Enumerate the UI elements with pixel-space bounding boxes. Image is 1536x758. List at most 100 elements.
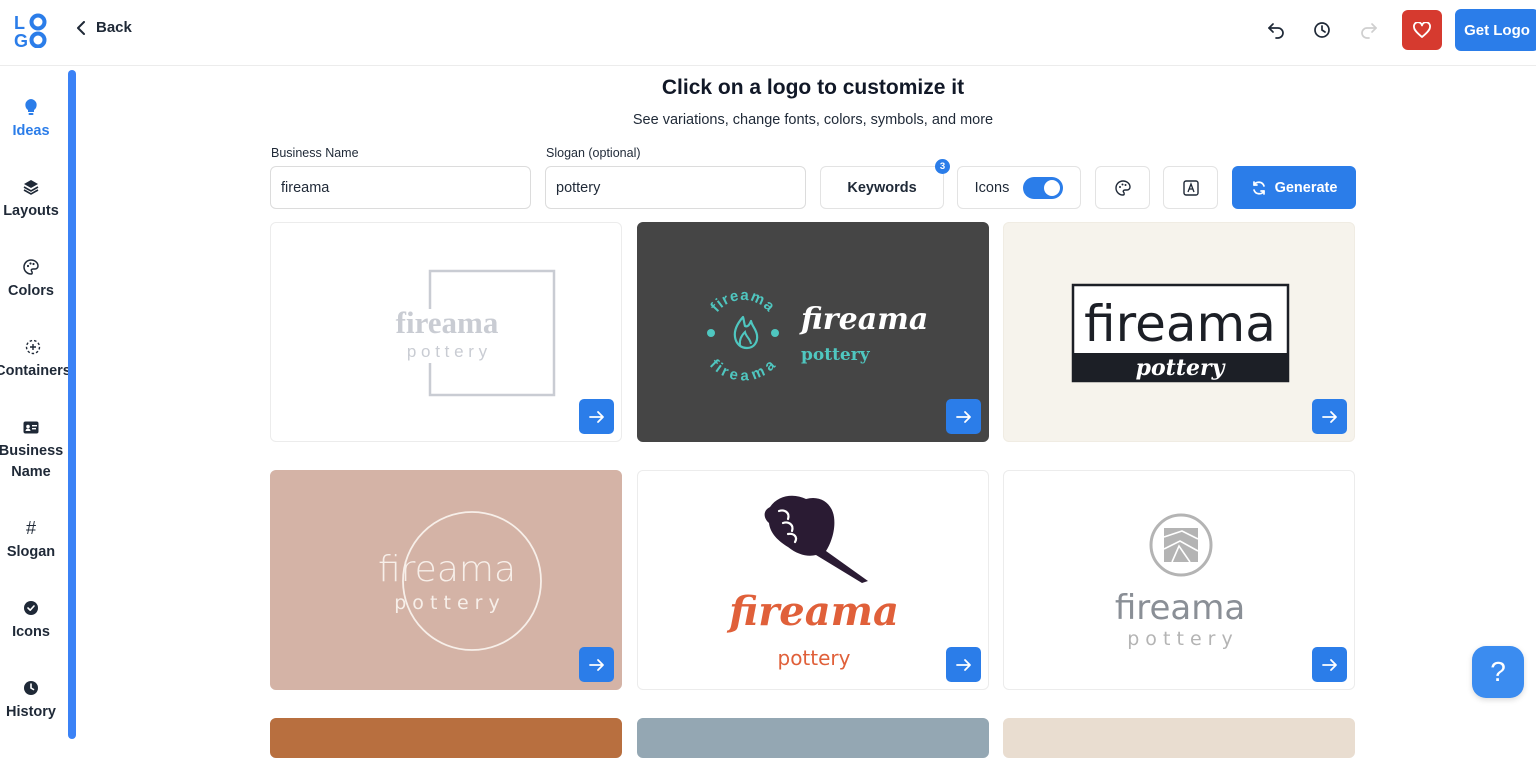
id-card-icon — [23, 416, 39, 438]
customize-arrow-button[interactable] — [579, 399, 614, 434]
app-logo-icon[interactable]: L G — [14, 12, 48, 48]
logo-name-text: fireama — [1115, 588, 1245, 628]
hash-icon: # — [25, 517, 36, 538]
customize-arrow-button[interactable] — [579, 647, 614, 682]
logo-card-8[interactable] — [637, 718, 989, 758]
slogan-label: Slogan (optional) — [546, 146, 641, 160]
generate-button[interactable]: Generate — [1232, 166, 1356, 209]
check-badge-icon — [23, 597, 39, 619]
sidebar-item-label: Colors — [8, 283, 54, 299]
redo-icon[interactable] — [1357, 18, 1381, 42]
logo-preview-3: fireama pottery — [1071, 283, 1290, 383]
fist-icon — [764, 495, 868, 583]
logo-name-text: fireama — [799, 302, 928, 337]
svg-text:fireama: fireama — [706, 356, 779, 385]
favorites-button[interactable] — [1402, 10, 1442, 50]
customize-arrow-button[interactable] — [946, 647, 981, 682]
lightbulb-icon — [24, 96, 38, 118]
page-subtitle: See variations, change fonts, colors, sy… — [632, 112, 994, 128]
cracked-square-icon — [1163, 528, 1199, 563]
logo-card-6[interactable]: fireama p o t t e r y — [1003, 470, 1355, 690]
sidebar-item-layouts[interactable]: Layouts — [0, 176, 62, 222]
sidebar-item-label: Slogan — [6, 544, 56, 560]
svg-text:fireama: fireama — [707, 287, 778, 316]
sidebar-item-label: Ideas — [12, 123, 50, 139]
logo-card-2[interactable]: fireama fireama fireama pottery — [637, 222, 989, 442]
top-bar: L G Back Get Logo — [0, 0, 1536, 66]
sidebar-item-icons[interactable]: Icons — [0, 597, 62, 643]
logo-slogan-text: pottery — [801, 345, 871, 365]
history-clock-icon[interactable] — [1310, 18, 1334, 42]
logo-slogan-text: pottery — [778, 646, 851, 670]
slogan-input[interactable] — [545, 166, 806, 209]
sidebar-item-label: Layouts — [3, 203, 59, 219]
logo-card-5[interactable]: fireama pottery — [637, 470, 989, 690]
sidebar-item-ideas[interactable]: Ideas — [0, 96, 62, 142]
sidebar-item-containers[interactable]: Containers — [0, 336, 71, 382]
logo-preview-6: fireama p o t t e r y — [1115, 513, 1245, 650]
generate-label: Generate — [1274, 179, 1338, 196]
sidebar-item-slogan[interactable]: # Slogan — [0, 517, 62, 563]
sidebar-item-label: Containers — [0, 363, 71, 379]
logo-preview-5: fireama pottery — [726, 495, 899, 670]
font-letter-icon — [1182, 179, 1199, 196]
arrow-right-icon — [955, 410, 971, 423]
icons-toggle-control[interactable]: Icons — [957, 166, 1081, 209]
logo-slogan-text: p o t t e r y — [1127, 628, 1233, 650]
ring-text-bottom: fireama — [706, 356, 778, 385]
font-button[interactable] — [1163, 166, 1218, 209]
color-palette-button[interactable] — [1095, 166, 1150, 209]
clock-icon — [23, 677, 39, 699]
customize-arrow-button[interactable] — [1312, 399, 1347, 434]
sidebar-item-history[interactable]: History — [0, 677, 62, 723]
logo-name-text: fireama — [1084, 295, 1276, 353]
sidebar-item-label: History — [6, 704, 56, 720]
sidebar-item-label: Icons — [12, 624, 50, 640]
sidebar-item-business-name[interactable]: Business Name — [0, 416, 64, 483]
help-button[interactable]: ? — [1472, 646, 1524, 698]
svg-text:L: L — [14, 13, 25, 33]
logo-card-7[interactable] — [270, 718, 622, 758]
logo-name-text: fireama — [396, 305, 499, 340]
help-label: ? — [1490, 656, 1506, 687]
heart-icon — [1413, 22, 1431, 38]
business-name-input[interactable] — [270, 166, 531, 209]
logo-slogan-text: p o t t e r y — [394, 592, 500, 614]
ring-text-top: fireama — [707, 287, 777, 316]
logo-slogan-text: pottery — [1136, 355, 1227, 381]
svg-text:G: G — [14, 31, 28, 48]
undo-icon[interactable] — [1264, 18, 1288, 42]
sidebar-item-label: Business Name — [0, 443, 64, 480]
customize-arrow-button[interactable] — [1312, 647, 1347, 682]
page-title: Click on a logo to customize it — [661, 76, 965, 99]
arrow-right-icon — [1321, 410, 1337, 423]
keywords-button[interactable]: Keywords — [820, 166, 944, 209]
dashed-circle-icon — [25, 336, 41, 358]
sidebar: Ideas Layouts Colors Containers Business… — [0, 66, 71, 739]
customize-arrow-button[interactable] — [946, 399, 981, 434]
logo-card-4[interactable]: fireama p o t t e r y — [270, 470, 622, 690]
sidebar-item-colors[interactable]: Colors — [0, 256, 62, 302]
sidebar-scrollbar[interactable] — [68, 70, 76, 739]
logo-slogan-text: p o t t e r y — [407, 342, 488, 361]
keywords-count-badge: 3 — [935, 159, 950, 174]
logo-card-1[interactable]: fireama p o t t e r y — [270, 222, 622, 442]
logo-preview-2: fireama fireama fireama pottery — [706, 287, 928, 385]
icons-toggle-label: Icons — [974, 179, 1010, 196]
keywords-label: Keywords — [847, 179, 917, 196]
back-label: Back — [96, 19, 132, 36]
layers-icon — [23, 176, 39, 198]
get-logo-button[interactable]: Get Logo — [1455, 9, 1536, 51]
chevron-left-icon — [77, 20, 85, 35]
refresh-icon — [1252, 180, 1265, 195]
business-name-label: Business Name — [271, 146, 359, 160]
icons-toggle-switch[interactable] — [1023, 176, 1064, 199]
arrow-right-icon — [588, 410, 604, 423]
logo-card-3[interactable]: fireama pottery — [1003, 222, 1355, 442]
logo-card-9[interactable] — [1003, 718, 1355, 758]
palette-icon — [1114, 179, 1131, 196]
arrow-right-icon — [1321, 658, 1337, 671]
arrow-right-icon — [588, 658, 604, 671]
back-button[interactable]: Back — [76, 19, 132, 36]
logo-preview-4: fireama p o t t e r y — [378, 511, 542, 651]
